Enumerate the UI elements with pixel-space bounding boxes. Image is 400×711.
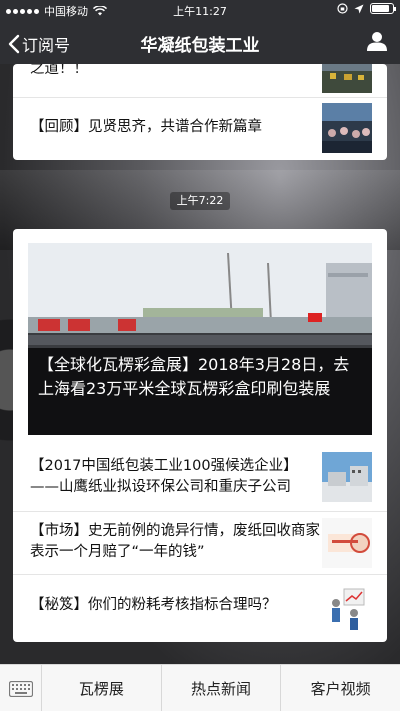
list-item[interactable]: 【秘笈】你们的粉耗考核指标合理吗？ bbox=[13, 574, 387, 642]
status-bar: 中国移动 上午11:27 bbox=[0, 0, 400, 20]
keyboard-icon bbox=[8, 680, 33, 697]
list-item[interactable]: 【市场】史无前例的诡异行情，废纸回收商家表示一个月赔了“一年的钱” bbox=[13, 511, 387, 574]
article-card: 【全球化瓦楞彩盒展】2018年3月28日，去上海看23万平米全球瓦楞彩盒印刷包装… bbox=[13, 229, 387, 642]
article-thumbnail bbox=[322, 583, 372, 633]
list-item[interactable]: 之道！！ bbox=[13, 64, 387, 97]
list-item-title: 之道！！ bbox=[30, 64, 88, 77]
menu-tab-hot-news[interactable]: 热点新闻 bbox=[162, 665, 282, 711]
article-card-previous: 之道！！ 【回顾】见贤思齐，共谱合作新篇章 bbox=[13, 64, 387, 160]
article-thumbnail bbox=[322, 452, 372, 502]
nav-bar: 订阅号 华凝纸包装工业 bbox=[0, 20, 400, 64]
page-title: 华凝纸包装工业 bbox=[140, 36, 260, 56]
list-item-title: 【2017中国纸包装工业100强候选企业】——山鹰纸业拟设环保公司和重庆子公司 bbox=[30, 458, 298, 495]
location-icon bbox=[354, 4, 364, 13]
hero-caption: 【全球化瓦楞彩盒展】2018年3月28日，去上海看23万平米全球瓦楞彩盒印刷包装… bbox=[28, 348, 372, 435]
article-thumbnail bbox=[322, 518, 372, 568]
battery-icon bbox=[370, 3, 396, 14]
article-thumbnail bbox=[322, 103, 372, 153]
bottom-menu: 瓦楞展 热点新闻 客户视频 bbox=[0, 664, 400, 711]
message-time: 上午7:22 bbox=[170, 192, 230, 210]
user-icon[interactable] bbox=[366, 30, 388, 52]
list-item-title: 【秘笈】你们的粉耗考核指标合理吗？ bbox=[30, 597, 277, 613]
menu-tab-customer-video[interactable]: 客户视频 bbox=[281, 665, 400, 711]
list-item-title: 【市场】史无前例的诡异行情，废纸回收商家表示一个月赔了“一年的钱” bbox=[30, 523, 320, 560]
article-thumbnail bbox=[322, 64, 372, 93]
keyboard-toggle-button[interactable] bbox=[0, 665, 42, 711]
orientation-lock-icon bbox=[337, 3, 348, 14]
list-item[interactable]: 【回顾】见贤思齐，共谱合作新篇章 bbox=[13, 97, 387, 160]
list-item[interactable]: 【2017中国纸包装工业100强候选企业】——山鹰纸业拟设环保公司和重庆子公司 bbox=[13, 448, 387, 511]
menu-tab-corrugated-expo[interactable]: 瓦楞展 bbox=[42, 665, 162, 711]
hero-article[interactable]: 【全球化瓦楞彩盒展】2018年3月28日，去上海看23万平米全球瓦楞彩盒印刷包装… bbox=[28, 243, 372, 435]
list-item-title: 【回顾】见贤思齐，共谱合作新篇章 bbox=[30, 119, 262, 135]
